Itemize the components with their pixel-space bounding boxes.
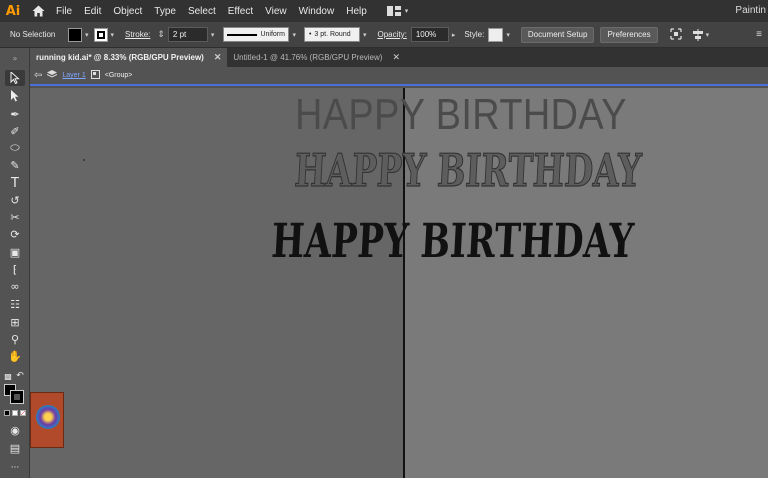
brush-label: 3 pt. Round (314, 31, 351, 38)
color-mode-icons[interactable] (4, 410, 26, 416)
text-happy-birthday-outlined[interactable]: HAPPY BIRTHDAY (293, 143, 643, 197)
swap-colors-icon[interactable]: ↶ (14, 368, 26, 384)
brush-dropdown-icon[interactable]: ▾ (360, 31, 370, 39)
paintbrush-tool-icon[interactable]: ✎ (5, 157, 25, 173)
transform-icon[interactable] (669, 27, 682, 42)
blend-tool-icon[interactable]: ∞ (5, 278, 25, 294)
menu-view[interactable]: View (259, 6, 293, 17)
scissors-tool-icon[interactable]: ✂ (5, 209, 25, 225)
curvature-tool-icon[interactable]: ✐ (5, 123, 25, 139)
style-label: Style: (464, 30, 485, 39)
preferences-button[interactable]: Preferences (600, 26, 658, 43)
eyedropper-tool-icon[interactable]: ⁅ (5, 261, 25, 277)
profile-dropdown-icon[interactable]: ▾ (289, 31, 299, 39)
document-setup-button[interactable]: Document Setup (520, 26, 595, 43)
tab-running-kid[interactable]: running kid.ai* @ 8.33% (RGB/GPU Preview… (30, 48, 228, 67)
stroke-color-icon[interactable] (10, 390, 24, 404)
group-icon (90, 70, 100, 81)
isolation-mode-breadcrumb: ⇦ Layer 1 <Group> (30, 67, 768, 86)
direct-selection-tool-icon[interactable] (5, 88, 25, 104)
workspace-switcher[interactable]: Paintin (735, 0, 766, 22)
text-happy-birthday-black[interactable]: HAPPY BIRTHDAY (270, 214, 635, 269)
selection-tool-icon[interactable] (5, 70, 25, 86)
fill-swatch[interactable] (68, 27, 82, 42)
control-bar: No Selection ▾ ▾ Stroke: ⇕ 2 pt ▾ Unifor… (0, 22, 768, 48)
hand-tool-icon[interactable]: ✋ (5, 348, 25, 364)
fill-dropdown-icon[interactable]: ▾ (82, 31, 92, 39)
layers-icon (47, 70, 58, 81)
stroke-swatch[interactable] (93, 27, 108, 42)
rotate-tool-icon[interactable]: ↺ (5, 192, 25, 208)
text-happy-birthday-plain[interactable]: HAPPY BIRTHDAY (295, 90, 627, 140)
menu-help[interactable]: Help (340, 6, 373, 17)
document-tabs: running kid.ai* @ 8.33% (RGB/GPU Preview… (30, 48, 768, 67)
screen-mode-icon[interactable]: ▤ (5, 440, 25, 456)
close-icon[interactable]: ✕ (392, 52, 400, 63)
breadcrumb-layer[interactable]: Layer 1 (62, 72, 85, 79)
warp-tool-icon[interactable]: ⟳ (5, 226, 25, 242)
home-icon[interactable] (26, 0, 50, 22)
stroke-dropdown-icon[interactable]: ▾ (108, 31, 118, 39)
close-icon[interactable]: ✕ (214, 52, 222, 63)
selection-status: No Selection (10, 30, 56, 39)
brush-dot-icon: • (308, 31, 312, 38)
opacity-expand-icon[interactable]: ▸ (449, 31, 459, 39)
menu-bar: Ai File Edit Object Type Select Effect V… (0, 0, 768, 22)
stroke-weight-dropdown-icon[interactable]: ▾ (208, 31, 218, 39)
profile-line-icon (227, 33, 258, 36)
graphic-style-swatch[interactable] (488, 27, 504, 42)
stroke-label[interactable]: Stroke: (117, 30, 154, 39)
tab-untitled-1[interactable]: Untitled-1 @ 41.76% (RGB/GPU Preview) ✕ (227, 48, 406, 67)
menu-edit[interactable]: Edit (78, 6, 107, 17)
ellipse-tool-icon[interactable]: ⬭ (5, 140, 25, 156)
mandala-image (36, 405, 60, 429)
opacity-field[interactable]: 100% (410, 27, 449, 42)
more-tools-icon[interactable]: ··· (5, 460, 25, 476)
type-tool-icon[interactable]: T (5, 175, 25, 191)
stray-point (83, 159, 85, 161)
back-arrow-icon[interactable]: ⇦ (34, 70, 42, 81)
opacity-label[interactable]: Opacity: (369, 30, 410, 39)
panel-menu-icon[interactable]: ≡ (756, 29, 762, 40)
tab-label: running kid.ai* @ 8.33% (RGB/GPU Preview… (36, 53, 204, 62)
illustrator-logo: Ai (5, 3, 21, 19)
tab-label: Untitled-1 @ 41.76% (RGB/GPU Preview) (233, 53, 383, 62)
menu-file[interactable]: File (50, 6, 78, 17)
artwork-thumbnail[interactable] (30, 392, 64, 448)
brush-definition[interactable]: • 3 pt. Round (303, 27, 360, 42)
default-colors-icon[interactable]: ▩ (2, 368, 14, 384)
breadcrumb-group[interactable]: <Group> (105, 72, 133, 79)
menu-effect[interactable]: Effect (222, 6, 259, 17)
style-dropdown-icon[interactable]: ▾ (503, 31, 513, 39)
menu-object[interactable]: Object (107, 6, 148, 17)
canvas[interactable]: HAPPY BIRTHDAY HAPPY BIRTHDAY HAPPY BIRT… (30, 88, 768, 478)
zoom-tool-icon[interactable]: ⚲ (5, 331, 25, 347)
profile-label: Uniform (260, 31, 285, 38)
tools-panel: » ✒ ✐ ⬭ ✎ T ↺ ✂ ⟳ ▣ ⁅ ∞ ☷ ⊞ ⚲ ✋ ▩ ↶ ◉ ▤ … (0, 48, 30, 478)
collapse-panel-icon[interactable]: » (5, 50, 25, 66)
stroke-weight-field[interactable]: 2 pt (167, 27, 208, 42)
menu-select[interactable]: Select (182, 6, 222, 17)
menu-type[interactable]: Type (148, 6, 182, 17)
draw-mode-icon[interactable]: ◉ (5, 422, 25, 438)
gradient-tool-icon[interactable]: ▣ (5, 244, 25, 260)
symbol-sprayer-tool-icon[interactable]: ☷ (5, 296, 25, 312)
artboard-tool-icon[interactable]: ⊞ (5, 314, 25, 330)
arrange-documents-icon[interactable]: ▾ (386, 6, 415, 16)
menu-window[interactable]: Window (293, 6, 341, 17)
stroke-stepper-icon[interactable]: ⇕ (154, 29, 168, 40)
pen-tool-icon[interactable]: ✒ (5, 106, 25, 122)
variable-width-profile[interactable]: Uniform (223, 27, 290, 42)
align-icon[interactable]: ▾ (692, 28, 709, 41)
